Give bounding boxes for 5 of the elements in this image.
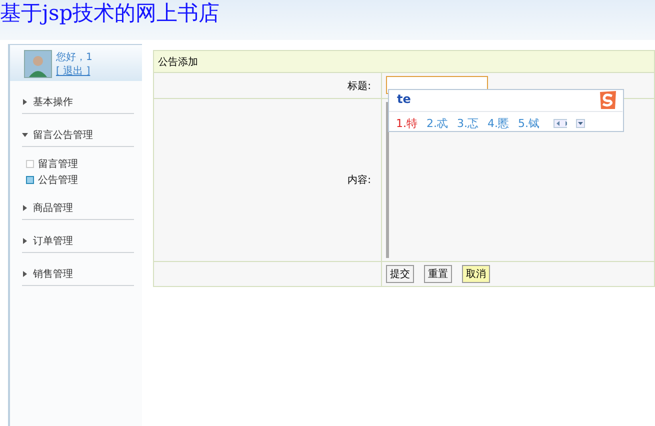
site-title: 基于jsp技术的网上书店 <box>0 0 220 26</box>
field-label: 标题: <box>154 73 382 99</box>
field-label: 内容: <box>154 99 382 262</box>
greeting-text: 您好，1 <box>56 51 92 64</box>
form-title: 公告添加 <box>154 51 654 73</box>
